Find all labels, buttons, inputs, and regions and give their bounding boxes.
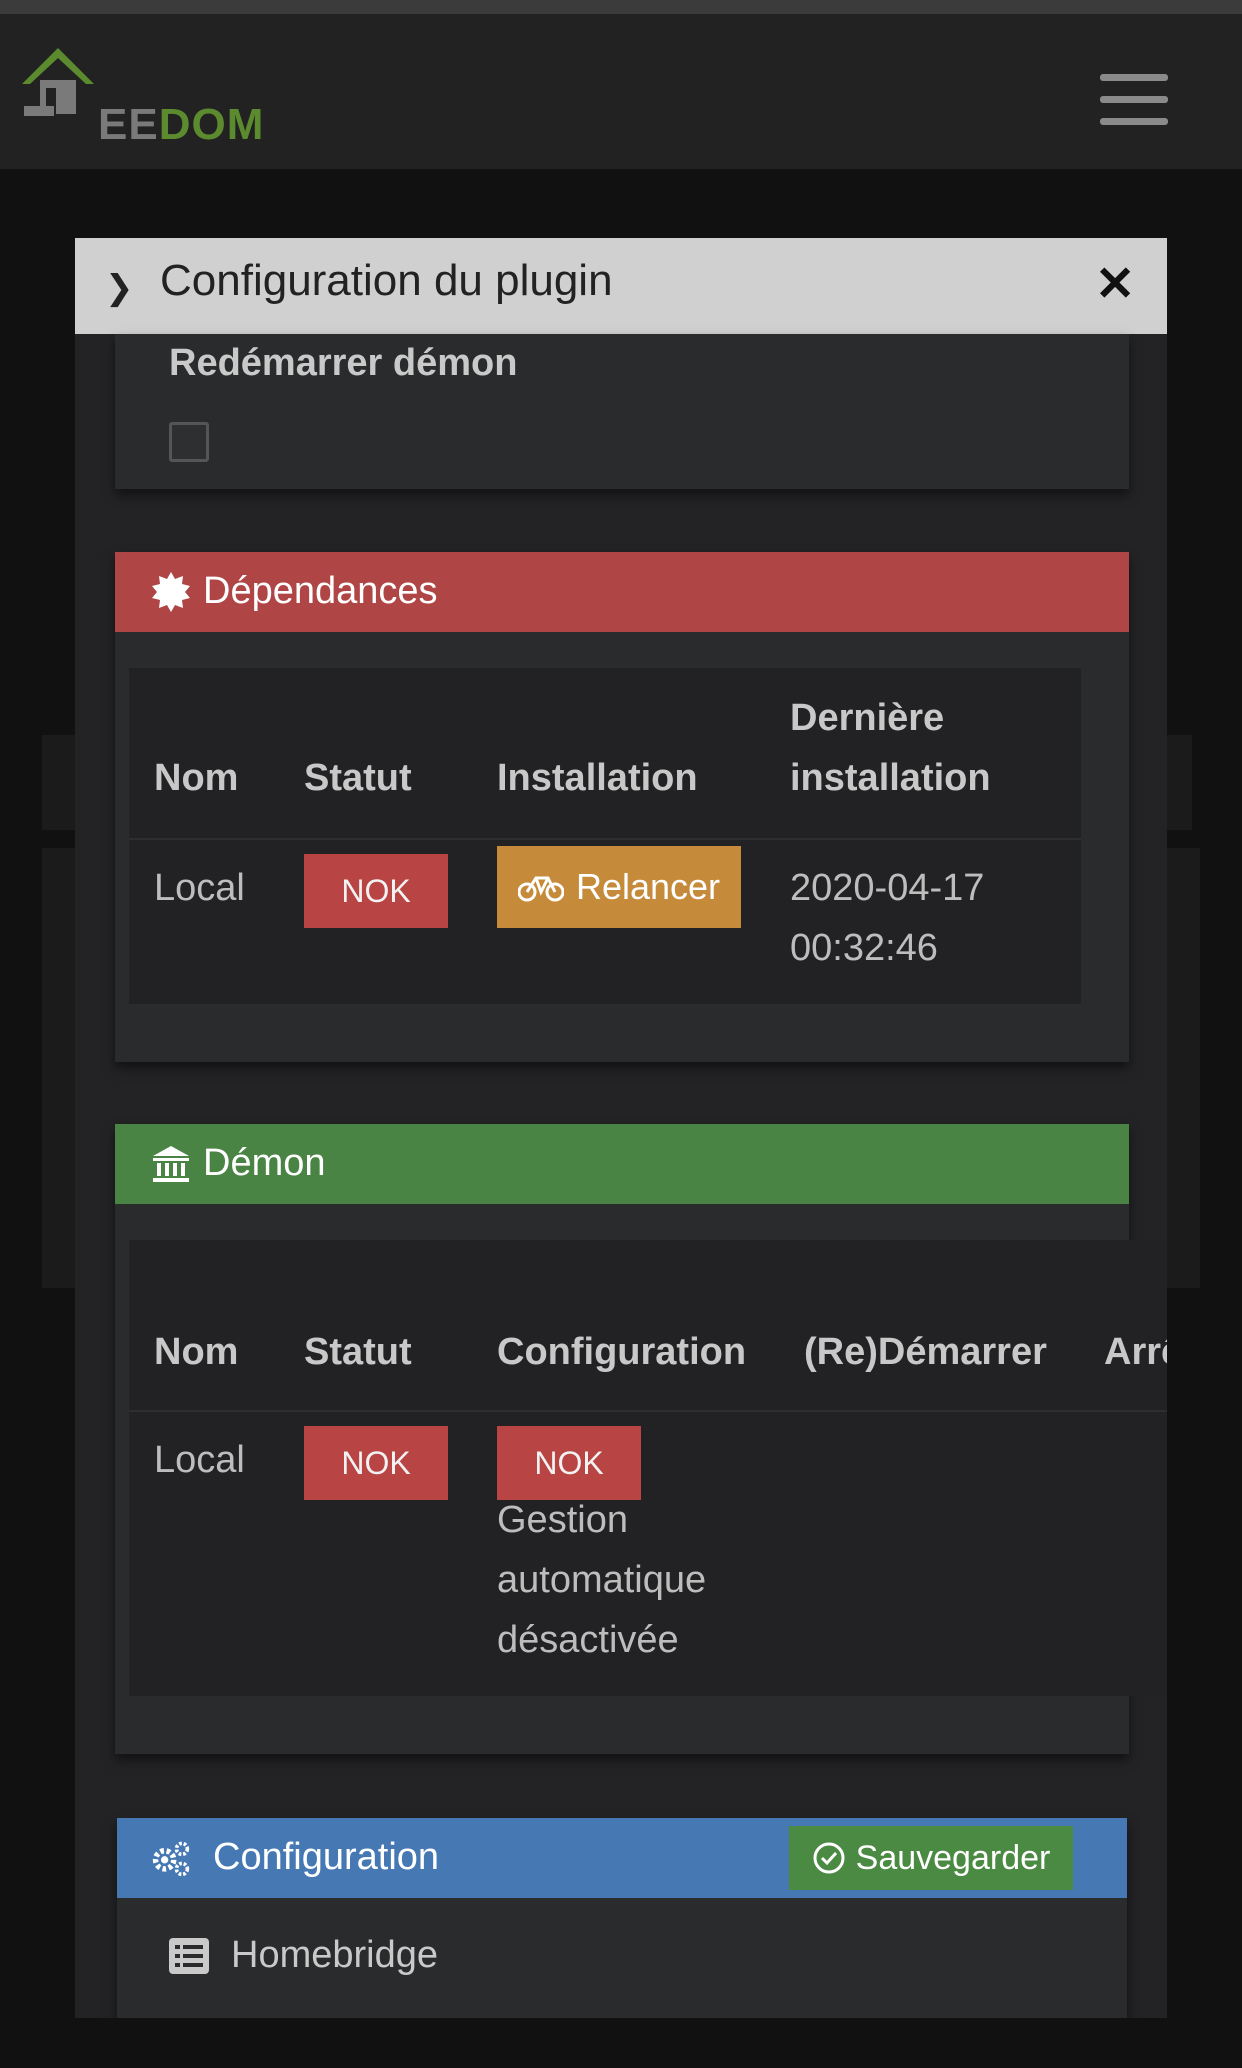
column-header-nom: Nom xyxy=(154,757,239,799)
relancer-button[interactable]: Relancer xyxy=(497,846,741,928)
restart-panel: Redémarrer démon xyxy=(115,334,1129,489)
daemon-note-line: automatique xyxy=(497,1559,707,1601)
daemon-note-line: Gestion xyxy=(497,1499,628,1541)
homebridge-label: Homebridge xyxy=(231,1934,438,1976)
column-header-statut: Statut xyxy=(304,1331,412,1373)
modal-body: Redémarrer démon Dépendances Nom Statut … xyxy=(75,334,1167,2018)
daemon-row-name: Local xyxy=(154,1439,245,1481)
column-header-installation-2: installation xyxy=(790,757,991,799)
dep-status-badge: NOK xyxy=(304,854,448,928)
modal-title: Configuration du plugin xyxy=(160,256,613,305)
save-label: Sauvegarder xyxy=(855,1838,1051,1877)
close-icon[interactable]: ✕ xyxy=(1095,256,1135,312)
restart-daemon-checkbox[interactable] xyxy=(169,422,209,462)
daemon-status-badge: NOK xyxy=(304,1426,448,1500)
dependencies-header: Dépendances xyxy=(115,552,1129,632)
certificate-icon xyxy=(152,572,190,612)
check-circle-icon xyxy=(813,1842,845,1874)
daemon-config-badge: NOK xyxy=(497,1426,641,1500)
column-header-redemarrer: (Re)Démarrer xyxy=(804,1331,1047,1373)
column-header-statut: Statut xyxy=(304,757,412,799)
configuration-panel: Configuration Sauvegarder Homebridge xyxy=(117,1818,1127,2018)
daemon-panel: Démon Nom Statut Configuration (Re)Démar… xyxy=(115,1124,1167,1754)
dep-last-install-date: 2020-04-17 xyxy=(790,867,985,909)
chevron-right-icon: ❯ xyxy=(105,268,134,308)
plugin-config-modal: ❯ Configuration du plugin ✕ Redémarrer d… xyxy=(75,238,1167,2018)
dependencies-table: Nom Statut Installation Dernière install… xyxy=(129,668,1081,1004)
daemon-title: Démon xyxy=(203,1142,326,1184)
column-header-installation: Installation xyxy=(497,757,698,799)
logo-wordmark: EEDOM xyxy=(98,100,265,149)
daemon-header: Démon xyxy=(115,1124,1129,1204)
dependencies-panel: Dépendances Nom Statut Installation Dern… xyxy=(115,552,1129,1062)
cogs-icon xyxy=(152,1841,190,1877)
homebridge-item[interactable]: Homebridge xyxy=(169,1934,438,1977)
daemon-note-line: désactivée xyxy=(497,1619,679,1661)
table-divider xyxy=(129,838,1081,840)
institution-icon xyxy=(153,1146,189,1182)
column-header-nom: Nom xyxy=(154,1331,239,1373)
top-navbar: EEDOM xyxy=(0,14,1242,169)
relancer-label: Relancer xyxy=(575,866,721,907)
column-header-arreter: Arrê xyxy=(1104,1331,1167,1373)
save-button[interactable]: Sauvegarder xyxy=(789,1826,1073,1890)
dep-row-name: Local xyxy=(154,867,245,909)
dependencies-title: Dépendances xyxy=(203,570,438,612)
bicycle-icon xyxy=(517,876,564,902)
status-strip xyxy=(0,0,1242,14)
configuration-header: Configuration Sauvegarder xyxy=(117,1818,1127,1898)
daemon-table: Nom Statut Configuration (Re)Démarrer Ar… xyxy=(129,1240,1167,1696)
dep-last-install-time: 00:32:46 xyxy=(790,927,938,969)
column-header-derniere: Dernière xyxy=(790,697,945,739)
list-alt-icon xyxy=(169,1937,209,1974)
column-header-configuration: Configuration xyxy=(497,1331,747,1373)
restart-daemon-label: Redémarrer démon xyxy=(169,342,518,384)
hamburger-menu-icon[interactable] xyxy=(1100,74,1168,130)
modal-header: ❯ Configuration du plugin ✕ xyxy=(75,238,1167,334)
table-divider xyxy=(129,1410,1167,1412)
configuration-title: Configuration xyxy=(213,1836,440,1878)
jeedom-logo[interactable]: EEDOM xyxy=(18,36,263,149)
